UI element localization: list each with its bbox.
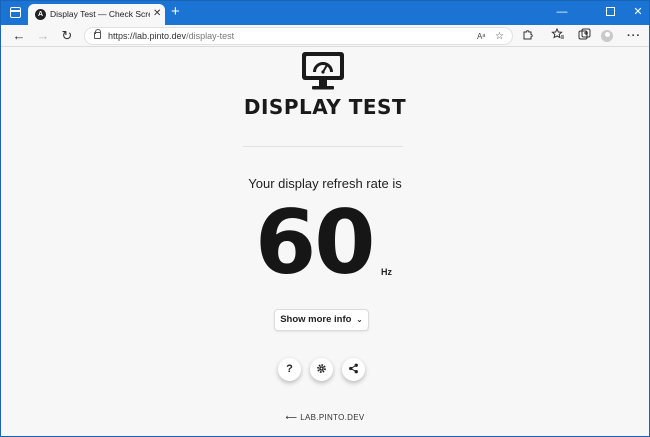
page-title: DISPLAY TEST xyxy=(243,95,407,119)
tab-title: Display Test — Check Screen Refresh Rate xyxy=(50,9,150,19)
title-divider xyxy=(243,146,403,147)
maximize-icon xyxy=(605,6,615,16)
show-more-info-button[interactable]: Show more info ⌄ xyxy=(274,309,369,331)
maximize-button[interactable] xyxy=(599,3,621,21)
profile-icon[interactable] xyxy=(601,30,613,42)
address-bar[interactable]: https://lab.pinto.dev/display-test Aᵃ ☆ xyxy=(84,27,513,45)
lab-pinto-link[interactable]: ⟵ LAB.PINTO.DEV xyxy=(1,413,649,422)
url-path: /display-test xyxy=(186,31,235,41)
window-menu-icon[interactable] xyxy=(10,7,21,18)
tab-strip: A Display Test — Check Screen Refresh Ra… xyxy=(1,1,649,25)
lab-pinto-link-label: LAB.PINTO.DEV xyxy=(300,413,365,422)
more-icon[interactable]: ··· xyxy=(626,28,642,44)
reload-button[interactable]: ↻ xyxy=(59,28,75,44)
site-favicon-icon: A xyxy=(35,9,46,20)
monitor-gauge-icon xyxy=(302,52,344,90)
url-text[interactable]: https://lab.pinto.dev/display-test xyxy=(108,31,234,41)
chevron-down-icon: ⌄ xyxy=(356,315,363,324)
favorites-icon-svg xyxy=(550,27,564,39)
refresh-rate-value: 60 xyxy=(255,191,375,294)
back-button[interactable]: ← xyxy=(11,28,27,44)
page-content: DISPLAY TEST Your display refresh rate i… xyxy=(1,47,649,436)
collections-icon[interactable] xyxy=(576,28,592,44)
refresh-rate-unit: Hz xyxy=(381,267,392,277)
browser-window: A Display Test — Check Screen Refresh Ra… xyxy=(0,0,650,437)
help-button[interactable]: ? xyxy=(278,358,301,381)
share-button[interactable] xyxy=(342,358,365,381)
refresh-rate-caption: Your display refresh rate is xyxy=(248,176,402,191)
extensions-icon[interactable] xyxy=(520,28,536,44)
show-more-info-label: Show more info xyxy=(280,314,352,325)
forward-button[interactable]: → xyxy=(35,28,51,44)
collections-icon-svg xyxy=(578,28,590,40)
tab-close-icon[interactable]: ✕ xyxy=(153,8,161,20)
browser-toolbar: ← → ↻ https://lab.pinto.dev/display-test… xyxy=(1,25,649,47)
favorites-add-icon[interactable]: ☆ xyxy=(495,30,504,44)
lock-icon[interactable] xyxy=(94,29,101,39)
browser-tab[interactable]: A Display Test — Check Screen Refresh Ra… xyxy=(28,4,165,25)
settings-button[interactable] xyxy=(310,358,333,381)
arrow-left-icon: ⟵ xyxy=(285,413,298,422)
url-host: https://lab.pinto.dev xyxy=(108,31,187,41)
read-aloud-icon[interactable]: Aᵃ xyxy=(477,30,485,44)
minimize-button[interactable]: — xyxy=(551,3,573,21)
gear-icon xyxy=(317,364,326,374)
extensions-icon-svg xyxy=(523,30,533,40)
new-tab-button[interactable]: + xyxy=(171,4,180,20)
share-icon xyxy=(349,363,358,373)
close-window-button[interactable]: ✕ xyxy=(627,3,649,21)
favorites-icon[interactable] xyxy=(549,27,565,44)
